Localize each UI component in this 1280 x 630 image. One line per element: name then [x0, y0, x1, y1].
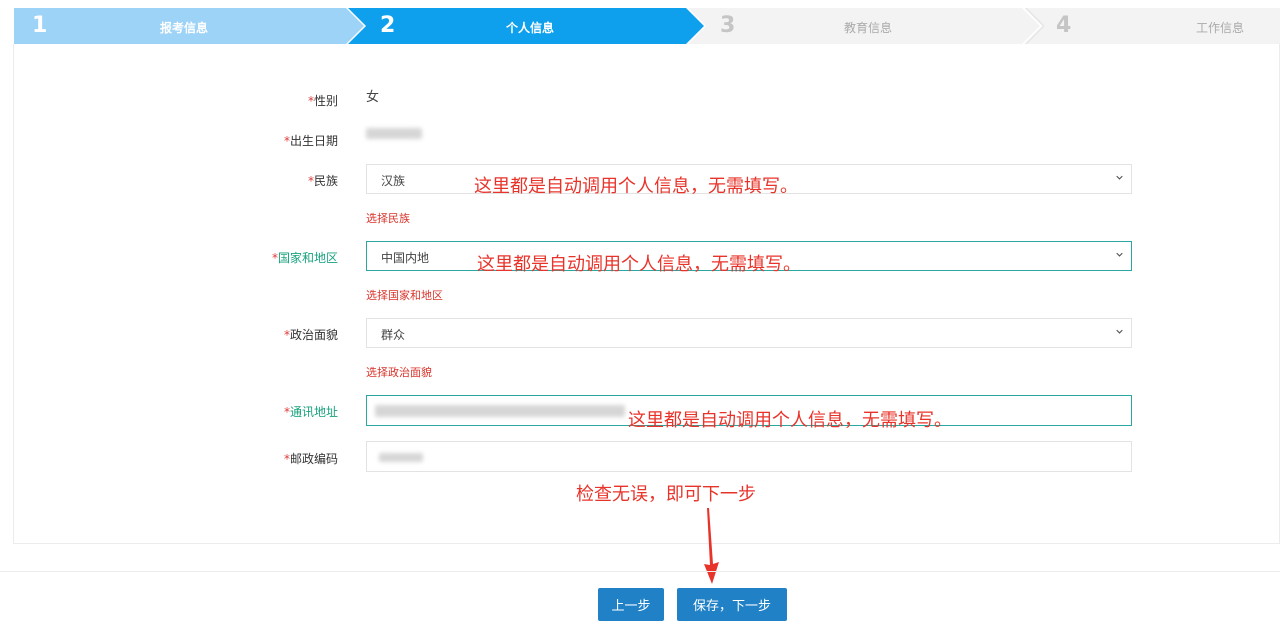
step-progress-bar: 1 报考信息 2 个人信息 3 教育信息 4 工作信息 — [14, 8, 1280, 44]
political-status-label: *政治面貌 — [283, 328, 338, 342]
address-label: *通讯地址 — [283, 405, 338, 419]
ethnicity-hint: 选择民族 — [366, 212, 410, 225]
step-number: 3 — [720, 13, 736, 38]
step-number: 4 — [1056, 13, 1072, 38]
ethnicity-label: *民族 — [307, 174, 338, 188]
political-status-select-value: 群众 — [381, 328, 406, 342]
step-work-info: 4 工作信息 — [1024, 8, 1280, 44]
ethnicity-select-value: 汉族 — [381, 174, 406, 188]
step-apply-info: 1 报考信息 — [14, 8, 364, 44]
save-next-button[interactable]: 保存，下一步 — [677, 588, 787, 621]
auto-fill-annotation: 这里都是自动调用个人信息，无需填写。 — [474, 176, 798, 197]
gender-label: *性别 — [307, 94, 338, 108]
step-education-info: 3 教育信息 — [688, 8, 1040, 44]
step-personal-info: 2 个人信息 — [348, 8, 704, 44]
step-label: 报考信息 — [160, 21, 209, 35]
address-value-redacted — [375, 405, 625, 417]
arrow-down-icon — [704, 508, 719, 584]
political-status-hint: 选择政治面貌 — [366, 366, 432, 379]
political-status-select[interactable]: 群众 — [366, 318, 1132, 348]
step-label: 工作信息 — [1196, 21, 1245, 35]
step-label: 教育信息 — [844, 21, 893, 35]
step-number: 1 — [32, 13, 48, 38]
check-annotation: 检查无误，即可下一步 — [576, 484, 756, 505]
prev-step-button[interactable]: 上一步 — [598, 588, 664, 621]
chevron-down-icon — [1116, 252, 1123, 257]
birthdate-value-redacted — [366, 128, 422, 139]
auto-fill-annotation: 这里都是自动调用个人信息，无需填写。 — [628, 410, 952, 431]
footer-divider — [0, 571, 1280, 572]
step-divider-icon — [1026, 8, 1044, 44]
postcode-label: *邮政编码 — [283, 452, 338, 466]
region-hint: 选择国家和地区 — [366, 289, 443, 302]
region-select-value: 中国内地 — [381, 251, 430, 265]
region-label: *国家和地区 — [271, 251, 338, 265]
step-label: 个人信息 — [506, 21, 555, 35]
chevron-down-icon — [1116, 175, 1123, 180]
postcode-input[interactable] — [366, 441, 1132, 472]
chevron-down-icon — [1116, 329, 1123, 334]
gender-value: 女 — [366, 90, 380, 105]
postcode-value-redacted — [379, 453, 423, 462]
auto-fill-annotation: 这里都是自动调用个人信息，无需填写。 — [477, 254, 801, 275]
birthdate-label: *出生日期 — [283, 134, 338, 148]
step-number: 2 — [380, 13, 396, 38]
